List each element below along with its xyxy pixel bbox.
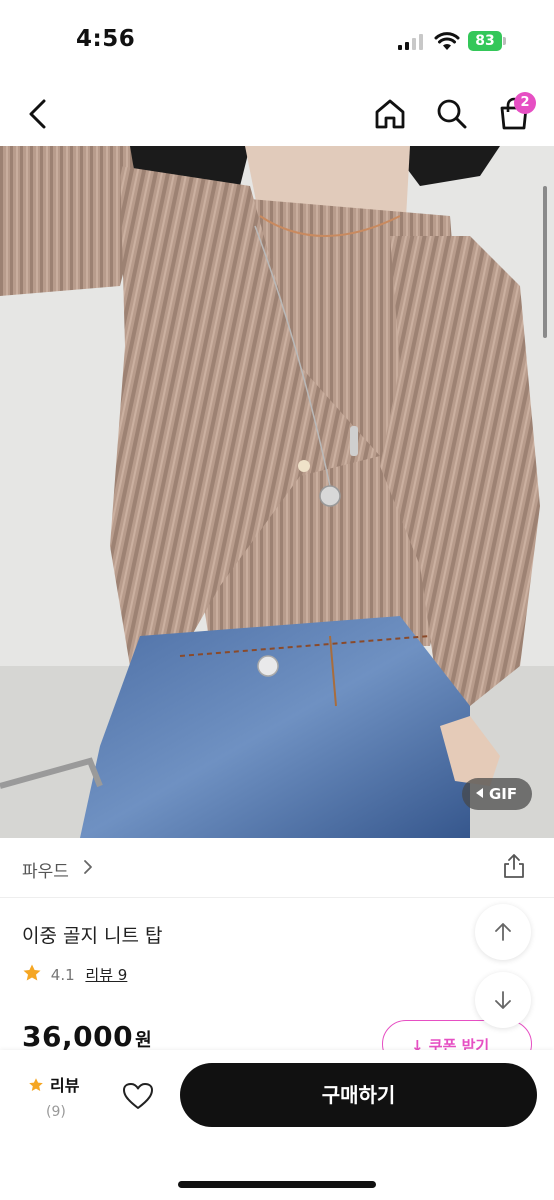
battery-level: 83 bbox=[468, 31, 502, 51]
arrow-down-icon bbox=[495, 991, 511, 1009]
battery-icon: 83 bbox=[468, 31, 506, 51]
home-indicator bbox=[178, 1181, 376, 1188]
nav-bar bbox=[0, 80, 554, 146]
home-icon[interactable] bbox=[372, 96, 408, 132]
gif-label: GIF bbox=[489, 785, 518, 803]
scroll-bottom-button[interactable] bbox=[475, 972, 531, 1028]
brand-name[interactable]: 파우드 bbox=[22, 857, 69, 882]
gif-badge[interactable]: GIF bbox=[462, 778, 532, 810]
scroll-top-button[interactable] bbox=[475, 904, 531, 960]
rating-row: 4.1 리뷰 9 bbox=[22, 963, 127, 987]
search-icon[interactable] bbox=[434, 96, 470, 132]
status-time: 4:56 bbox=[76, 26, 136, 52]
image-scrollbar[interactable] bbox=[543, 186, 547, 338]
share-icon[interactable] bbox=[500, 852, 528, 880]
review-label: 리뷰 bbox=[50, 1076, 80, 1095]
back-icon[interactable] bbox=[20, 96, 56, 132]
price: 36,000 원 bbox=[22, 1020, 152, 1053]
wifi-icon bbox=[434, 32, 460, 50]
review-summary[interactable]: 리뷰 (9) bbox=[28, 1072, 108, 1120]
star-icon bbox=[29, 1078, 43, 1091]
chevron-right-icon bbox=[84, 860, 92, 874]
rewind-icon bbox=[476, 788, 483, 798]
cart-count-badge: 2 bbox=[514, 92, 536, 114]
buy-button[interactable]: 구매하기 bbox=[180, 1063, 537, 1127]
arrow-up-icon bbox=[495, 923, 511, 941]
brand-row[interactable]: 파우드 bbox=[0, 838, 554, 898]
status-bar: 4:56 83 bbox=[0, 0, 554, 80]
rating-score: 4.1 bbox=[50, 966, 75, 984]
price-value: 36,000 bbox=[22, 1020, 134, 1053]
product-photo bbox=[0, 146, 554, 838]
heart-icon[interactable] bbox=[122, 1082, 154, 1110]
product-title: 이중 골지 니트 탑 bbox=[22, 925, 163, 947]
product-image[interactable] bbox=[0, 146, 554, 838]
price-currency: 원 bbox=[135, 1030, 153, 1051]
cellular-signal-icon bbox=[398, 34, 424, 50]
review-count: (9) bbox=[46, 1104, 66, 1120]
bottom-action-bar: 리뷰 (9) 구매하기 bbox=[0, 1050, 554, 1200]
star-icon bbox=[23, 964, 41, 981]
review-link[interactable]: 리뷰 9 bbox=[85, 966, 127, 984]
